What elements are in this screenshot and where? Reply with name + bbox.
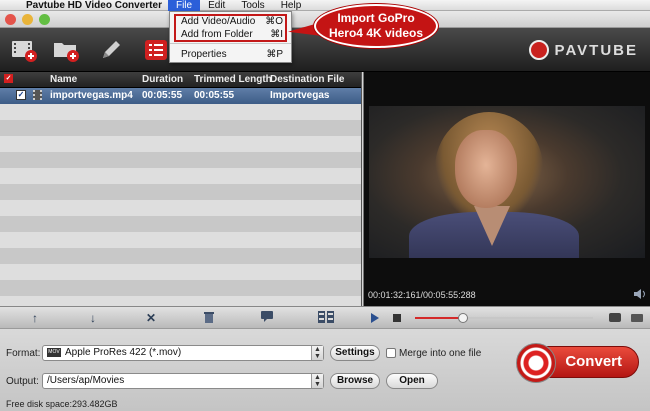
menu-item-label: Properties (181, 49, 227, 60)
output-path-value: /Users/ap/Movies (47, 375, 125, 386)
minimize-window-button[interactable] (22, 14, 33, 25)
row-destination: Importvegas (270, 90, 330, 101)
file-menu-dropdown: Add Video/Audio ⌘O Add from Folder ⌘I Pr… (169, 11, 292, 63)
move-down-icon[interactable]: ↓ (86, 311, 100, 325)
menu-item-properties[interactable]: Properties ⌘P (170, 48, 291, 61)
column-name[interactable]: Name (50, 74, 77, 85)
convert-label: Convert (565, 353, 622, 370)
trash-icon[interactable] (202, 311, 216, 325)
window-controls (5, 14, 50, 25)
annotation-callout: Import GoPro Hero4 4K videos (314, 4, 438, 48)
comment-icon[interactable] (260, 311, 274, 325)
row-checkbox[interactable]: ✓ (16, 90, 26, 100)
empty-row (0, 216, 361, 232)
seek-slider[interactable] (415, 313, 593, 323)
chevron-updown-icon: ▲ ▼ (311, 346, 323, 360)
menu-edit[interactable]: Edit (200, 0, 233, 11)
seek-handle[interactable] (458, 313, 469, 323)
volume-icon[interactable] (634, 289, 646, 299)
callout-line-2: Hero4 4K videos (328, 26, 424, 40)
open-button[interactable]: Open (386, 373, 438, 389)
list-action-bar: ↑ ↓ ✕ (0, 306, 363, 328)
empty-row (0, 152, 361, 168)
callout-line-1: Import GoPro (337, 11, 415, 25)
column-duration[interactable]: Duration (142, 74, 183, 85)
add-video-icon[interactable] (8, 34, 40, 66)
snapshot-icon[interactable] (609, 313, 621, 322)
empty-row (0, 200, 361, 216)
empty-row (0, 232, 361, 248)
output-label: Output: (6, 376, 39, 387)
format-value: Apple ProRes 422 (*.mov) (65, 347, 182, 358)
video-subject-face (455, 130, 517, 208)
table-row[interactable]: ✓ importvegas.mp4 00:05:55 00:05:55 Impo… (0, 88, 361, 104)
empty-row (0, 248, 361, 264)
move-up-icon[interactable]: ↑ (28, 311, 42, 325)
menu-app-name[interactable]: Pavtube HD Video Converter (16, 0, 168, 11)
select-all-checkbox[interactable]: ✓ (4, 74, 13, 83)
empty-row (0, 120, 361, 136)
menu-separator (170, 43, 291, 44)
menu-help[interactable]: Help (273, 0, 310, 11)
menu-item-shortcut: ⌘P (266, 49, 283, 60)
file-list-header: ✓ Name Duration Trimmed Length Destinati… (0, 72, 361, 88)
open-snapshot-folder-icon[interactable] (631, 314, 643, 322)
output-path-field[interactable]: /Users/ap/Movies ▲ ▼ (42, 373, 324, 389)
zoom-window-button[interactable] (39, 14, 50, 25)
close-window-button[interactable] (5, 14, 16, 25)
format-icon: MOV (47, 347, 61, 357)
video-file-icon (33, 90, 42, 100)
merge-list-icon[interactable] (140, 34, 172, 66)
empty-row (0, 104, 361, 120)
format-select[interactable]: MOV Apple ProRes 422 (*.mov) ▲ ▼ (42, 345, 324, 361)
settings-button[interactable]: Settings (330, 345, 380, 361)
remove-icon[interactable]: ✕ (144, 311, 158, 325)
edit-icon[interactable] (94, 34, 126, 66)
play-icon[interactable] (371, 313, 379, 323)
file-list: ✓ Name Duration Trimmed Length Destinati… (0, 72, 362, 318)
empty-row (0, 280, 361, 296)
chevron-updown-icon: ▲ ▼ (311, 374, 323, 388)
split-icon[interactable] (318, 311, 334, 325)
timecode: 00:01:32:161/00:05:55:288 (368, 290, 476, 300)
column-trimmed-length[interactable]: Trimmed Length (194, 74, 272, 85)
empty-row (0, 264, 361, 280)
menu-tools[interactable]: Tools (233, 0, 272, 11)
highlight-box (174, 14, 287, 42)
stop-icon[interactable] (393, 314, 401, 322)
seek-progress (415, 317, 464, 319)
menu-file[interactable]: File (167, 0, 201, 11)
empty-row (0, 136, 361, 152)
row-name: importvegas.mp4 (50, 90, 133, 101)
free-disk-space: Free disk space:293.482GB (6, 399, 118, 409)
video-preview: 00:01:32:161/00:05:55:288 (363, 72, 650, 318)
merge-label: Merge into one file (399, 348, 482, 359)
logo-text: PAVTUBE (554, 41, 638, 59)
playback-controls (363, 306, 650, 328)
browse-button[interactable]: Browse (330, 373, 380, 389)
menu-bar: Pavtube HD Video Converter File Edit Too… (0, 0, 650, 11)
empty-row (0, 184, 361, 200)
add-folder-icon[interactable] (50, 34, 82, 66)
empty-row (0, 168, 361, 184)
convert-icon (516, 343, 556, 383)
format-label: Format: (6, 348, 41, 359)
pavtube-logo: PAVTUBE (528, 40, 638, 60)
video-frame (369, 106, 645, 258)
merge-checkbox[interactable] (386, 348, 396, 358)
column-destination[interactable]: Destination File (270, 74, 344, 85)
output-panel: Format: MOV Apple ProRes 422 (*.mov) ▲ ▼ S… (0, 328, 650, 411)
pavtube-logo-icon (528, 40, 549, 60)
row-trimmed: 00:05:55 (194, 90, 235, 101)
convert-button[interactable]: Convert (516, 343, 639, 383)
row-duration: 00:05:55 (142, 90, 183, 101)
